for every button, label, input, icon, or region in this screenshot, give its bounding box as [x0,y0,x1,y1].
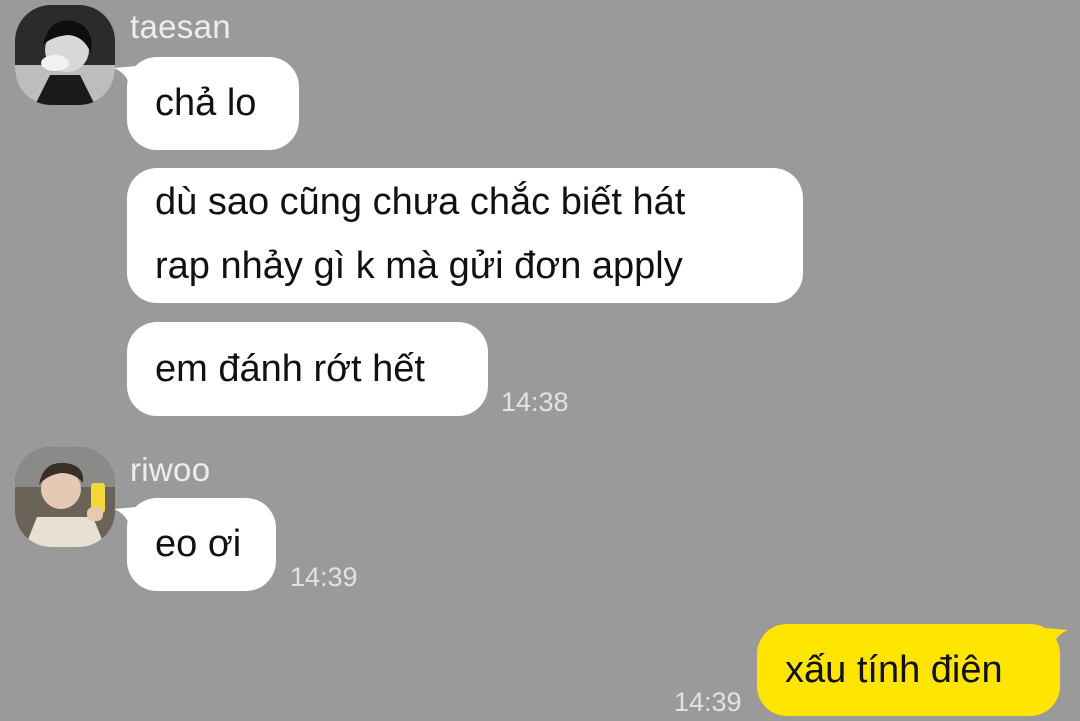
message-bubble[interactable]: em đánh rớt hết [127,322,488,416]
person-avatar-icon [15,5,115,105]
message-bubble[interactable]: eo ơi [127,498,276,591]
sender-name-riwoo: riwoo [130,451,211,488]
taesan-avatar[interactable] [15,5,115,105]
message-text: chả lo [155,82,257,124]
message-text-line: rap nhảy gì k mà gửi đơn apply [155,245,683,287]
message-bubble[interactable]: chả lo [127,57,299,150]
bubble-tail [1046,628,1068,650]
message-bubble[interactable]: dù sao cũng chưa chắc biết hát rap nhảy … [127,168,803,303]
message-timestamp: 14:39 [290,562,358,592]
message-text: em đánh rớt hết [155,348,425,390]
riwoo-avatar[interactable] [15,447,115,547]
message-timestamp: 14:39 [674,687,742,717]
message-bubble-outgoing[interactable]: xấu tính điên [757,624,1060,716]
bubble-tail [114,507,136,529]
message-text-line: dù sao cũng chưa chắc biết hát [155,181,686,223]
person-avatar-icon [15,447,115,547]
message-text: eo ơi [155,523,242,565]
sender-name-taesan: taesan [130,8,231,45]
message-text: xấu tính điên [785,649,1003,691]
message-timestamp: 14:38 [501,387,569,417]
bubble-tail [114,66,136,88]
